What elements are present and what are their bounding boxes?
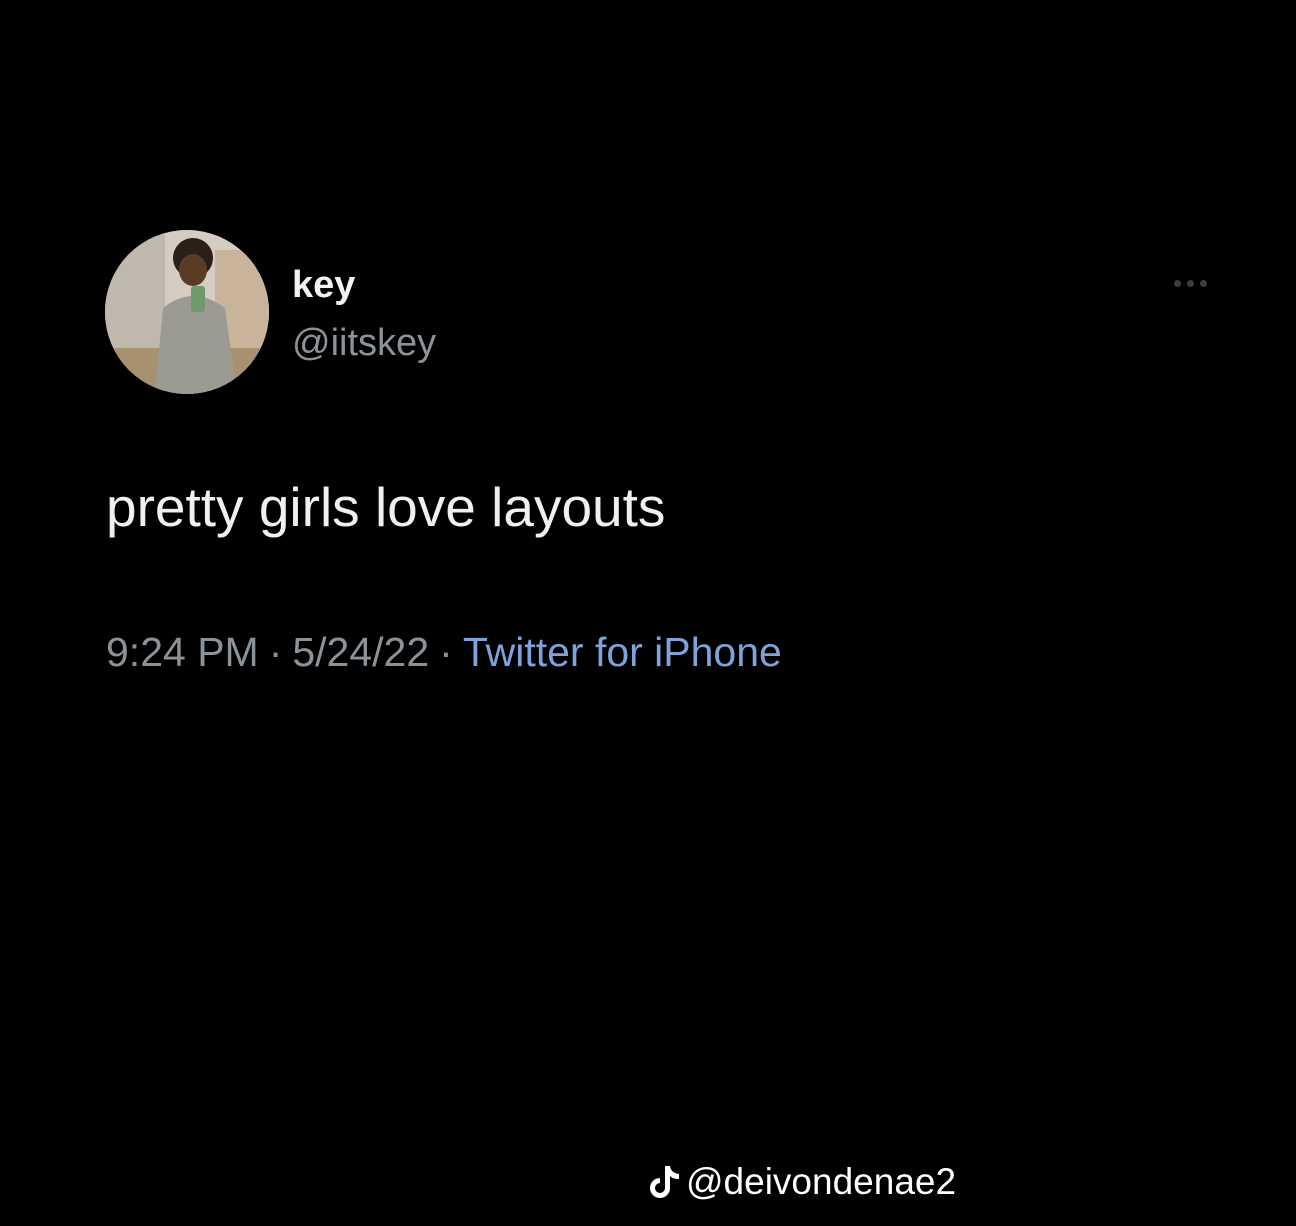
tiktok-watermark: @deivondenae2 <box>648 1158 956 1206</box>
more-icon-dot <box>1186 279 1194 287</box>
more-icon-dot <box>1173 279 1181 287</box>
separator: · <box>439 629 453 675</box>
tweet-metadata: 9:24 PM · 5/24/22 · Twitter for iPhone <box>106 626 782 678</box>
avatar[interactable] <box>105 230 269 394</box>
avatar-photo <box>105 230 269 394</box>
separator: · <box>268 629 283 675</box>
display-name[interactable]: key <box>292 262 355 308</box>
tweet-source-link[interactable]: Twitter for iPhone <box>463 629 782 675</box>
more-icon-dot <box>1199 279 1207 287</box>
tweet-date[interactable]: 5/24/22 <box>292 629 429 675</box>
watermark-username: @deivondenae2 <box>686 1161 957 1202</box>
tweet-time[interactable]: 9:24 PM <box>106 629 259 675</box>
user-handle[interactable]: @iitskey <box>292 320 436 366</box>
more-options-button[interactable] <box>1160 268 1220 298</box>
tiktok-icon <box>648 1164 682 1200</box>
tweet-text: pretty girls love layouts <box>106 476 666 538</box>
